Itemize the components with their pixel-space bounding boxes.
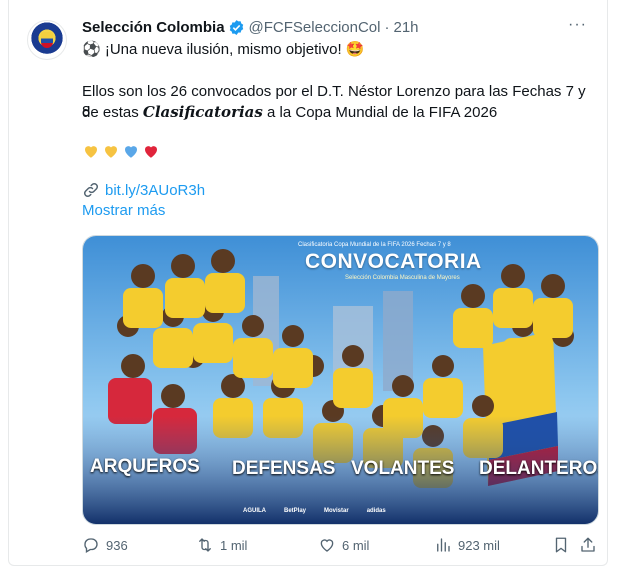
body-text-pre: de estas: [82, 104, 143, 121]
yellow-heart-icon: [105, 146, 117, 158]
display-name[interactable]: Selección Colombia: [82, 19, 225, 36]
category-defensas: DEFENSAS: [232, 458, 336, 479]
sponsor-bar: AGUILA BetPlay Movistar adidas: [243, 508, 386, 514]
heart-icon: [320, 539, 334, 552]
tweet-headline: ⚽ ¡Una nueva ilusión, mismo objetivo! 🤩: [82, 41, 365, 58]
user-handle[interactable]: @FCFSeleccionCol: [249, 19, 381, 36]
tweet-media-image[interactable]: Clasificatoria Copa Mundial de la FIFA 2…: [82, 235, 599, 525]
bookmark-button[interactable]: [552, 536, 576, 554]
analytics-icon: [437, 538, 450, 552]
link-icon: [83, 182, 99, 198]
category-arqueros: ARQUEROS: [90, 456, 200, 477]
sponsor-4: adidas: [366, 508, 386, 514]
blue-heart-icon: [125, 146, 137, 158]
sponsor-3: Movistar: [324, 508, 349, 514]
more-options-icon[interactable]: ···: [568, 16, 587, 34]
show-more-link[interactable]: Mostrar más: [82, 202, 165, 219]
heart-emojis: [82, 142, 160, 160]
sponsor-2: BetPlay: [284, 508, 307, 514]
verified-badge-icon: [229, 19, 243, 35]
avatar[interactable]: [27, 20, 67, 60]
yellow-heart-icon: [85, 146, 97, 158]
retweet-count: 1 mil: [220, 537, 248, 553]
reply-icon: [84, 538, 98, 553]
view-count: 923 mil: [458, 537, 500, 553]
poster-subtitle: Selección Colombia Masculina de Mayores: [345, 275, 460, 281]
retweet-icon: [199, 538, 211, 552]
category-delanteros: DELANTEROS: [479, 458, 599, 479]
poster-title: CONVOCATORIA: [305, 250, 482, 273]
timestamp[interactable]: 21h: [393, 19, 418, 36]
share-button[interactable]: [579, 536, 603, 554]
tweet-header: Selección Colombia @FCFSeleccionCol · 21…: [82, 17, 419, 37]
red-heart-icon: [145, 146, 157, 158]
tweet-actions: 936 1 mil 6 mil 923 mil: [82, 536, 595, 560]
reply-button[interactable]: 936: [82, 536, 128, 554]
views-button[interactable]: 923 mil: [434, 536, 500, 554]
category-volantes: VOLANTES: [351, 458, 455, 479]
tweet-card[interactable]: Selección Colombia @FCFSeleccionCol · 21…: [8, 0, 608, 566]
tweet-link[interactable]: bit.ly/3AUoR3h: [82, 181, 205, 199]
reply-count: 936: [106, 537, 128, 553]
body-text-emphasis: Clasificatorias: [142, 103, 263, 121]
poster-caption: Clasificatoria Copa Mundial de la FIFA 2…: [298, 242, 451, 248]
share-icon: [581, 537, 595, 552]
retweet-button[interactable]: 1 mil: [196, 536, 247, 554]
like-button[interactable]: 6 mil: [318, 536, 369, 554]
tweet-body-line-2: de estas Clasificatorias a la Copa Mundi…: [82, 102, 592, 123]
separator-dot: ·: [384, 18, 390, 36]
like-count: 6 mil: [342, 537, 370, 553]
bookmark-icon: [555, 537, 567, 553]
sponsor-1: AGUILA: [243, 508, 266, 514]
convocatoria-poster: [83, 236, 598, 524]
body-text-post: a la Copa Mundial de la FIFA 2026: [262, 104, 498, 121]
link-text[interactable]: bit.ly/3AUoR3h: [105, 182, 205, 199]
